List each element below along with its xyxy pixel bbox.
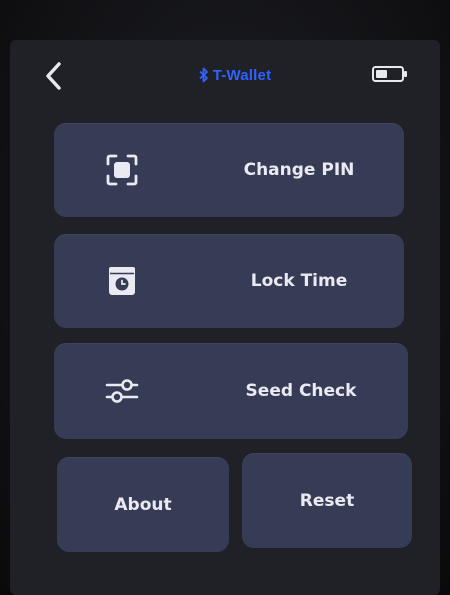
seed-check-button[interactable]: Seed Check [54,343,408,439]
lock-time-button[interactable]: Lock Time [54,234,404,328]
about-label: About [114,494,172,515]
screen: T-Wallet Change PIN Lock Time Seed Check… [10,40,440,595]
seed-check-label: Seed Check [245,381,357,401]
app-title: T-Wallet [160,62,310,88]
lock-time-label: Lock Time [250,271,348,291]
battery-icon [372,66,407,82]
app-title-text: T-Wallet [212,66,272,84]
header-bar: T-Wallet [10,40,440,110]
bluetooth-icon [199,67,208,83]
clock-card-icon [104,263,140,299]
reset-label: Reset [299,490,355,511]
back-button[interactable] [34,56,74,96]
focus-frame-icon [104,152,140,188]
chevron-left-icon [46,62,61,90]
sliders-icon [104,373,140,409]
reset-button[interactable]: Reset [242,453,412,548]
change-pin-button[interactable]: Change PIN [54,123,404,217]
about-button[interactable]: About [57,457,229,552]
change-pin-label: Change PIN [243,160,355,180]
device-frame: T-Wallet Change PIN Lock Time Seed Check… [0,0,450,595]
